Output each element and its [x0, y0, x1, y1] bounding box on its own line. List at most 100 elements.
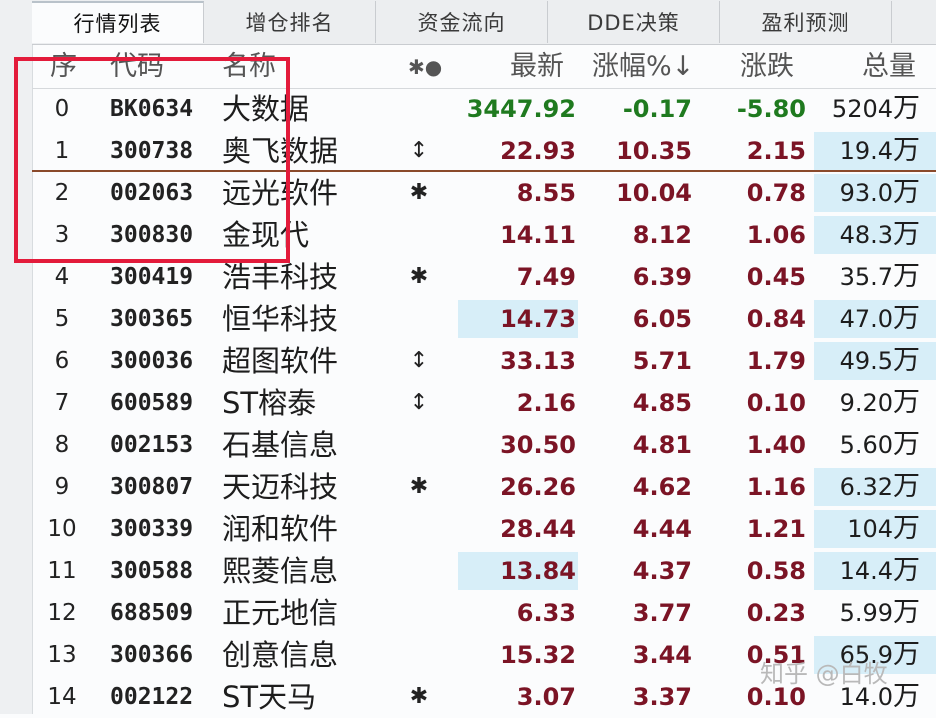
latest-price: 26.26	[500, 473, 576, 501]
header-latest-price[interactable]: 最新	[510, 46, 564, 88]
header-flag-icons[interactable]: ✱●	[408, 46, 442, 88]
total-volume: 104万	[812, 508, 920, 550]
volume-value: 6.32	[839, 473, 893, 501]
stock-name: 润和软件	[222, 512, 339, 546]
volume-unit: 万	[893, 387, 920, 418]
table-row[interactable]: 5 300365 恒华科技 14.73 6.05 0.84 47.0万	[32, 298, 936, 340]
annotation-box	[14, 57, 290, 263]
volume-value: 49.5	[839, 347, 893, 375]
total-volume: 47.0万	[812, 298, 920, 340]
table-row[interactable]: 10 300339 润和软件 28.44 4.44 1.21 104万	[32, 508, 936, 550]
table-row[interactable]: 8 002153 石基信息 30.50 4.81 1.40 5.60万	[32, 424, 936, 466]
total-volume: 5.99万	[812, 592, 920, 634]
change-percent: 4.81	[632, 431, 692, 459]
stock-code: 002153	[110, 432, 194, 458]
latest-price: 22.93	[500, 137, 576, 165]
flag-icon	[404, 634, 434, 676]
volume-value: 19.4	[839, 137, 893, 165]
tab-fund-flow[interactable]: 资金流向	[376, 1, 548, 43]
change-amount: 0.78	[746, 179, 806, 207]
volume-value: 48.3	[839, 221, 893, 249]
tab-position-rank[interactable]: 增仓排名	[204, 1, 376, 43]
latest-price: 28.44	[500, 515, 576, 543]
latest-price: 14.73	[500, 305, 576, 333]
change-percent: 4.37	[632, 557, 692, 585]
flag-icon: ↕	[409, 348, 429, 373]
total-volume: 35.7万	[812, 256, 920, 298]
volume-unit: 万	[893, 177, 920, 208]
latest-price: 6.33	[516, 599, 576, 627]
table-row[interactable]: 12 688509 正元地信 6.33 3.77 0.23 5.99万	[32, 592, 936, 634]
change-amount: 0.10	[746, 389, 806, 417]
header-change-percent-sorted[interactable]: 涨幅%↓	[592, 46, 694, 88]
stock-code: 688509	[110, 600, 194, 626]
row-index: 14	[47, 684, 77, 710]
latest-price: 2.16	[516, 389, 576, 417]
change-percent: 5.71	[632, 347, 692, 375]
latest-price: 7.49	[516, 263, 576, 291]
volume-value: 5.60	[839, 431, 893, 459]
change-percent: 10.04	[616, 179, 692, 207]
volume-unit: 万	[893, 513, 920, 544]
volume-unit: 万	[893, 93, 920, 124]
total-volume: 9.20万	[812, 382, 920, 424]
latest-price: 3447.92	[466, 95, 576, 123]
latest-price: 30.50	[500, 431, 576, 459]
tab-dde-decision[interactable]: DDE决策	[548, 1, 720, 43]
latest-price: 8.55	[516, 179, 576, 207]
stock-code: 300036	[110, 348, 194, 374]
change-percent: 3.37	[632, 683, 692, 711]
table-row[interactable]: 11 300588 熙菱信息 13.84 4.37 0.58 14.4万	[32, 550, 936, 592]
volume-value: 9.20	[839, 389, 893, 417]
latest-price: 15.32	[500, 641, 576, 669]
tab-market-list[interactable]: 行情列表	[32, 1, 204, 43]
change-amount: 0.58	[746, 557, 806, 585]
table-row[interactable]: 6 300036 超图软件 ↕ 33.13 5.71 1.79 49.5万	[32, 340, 936, 382]
change-percent: 6.05	[632, 305, 692, 333]
volume-unit: 万	[893, 135, 920, 166]
total-volume: 93.0万	[812, 172, 920, 214]
change-percent: 8.12	[632, 221, 692, 249]
row-index: 8	[54, 432, 70, 458]
change-percent: 3.44	[632, 641, 692, 669]
table-row[interactable]: 9 300807 天迈科技 ✱ 26.26 4.62 1.16 6.32万	[32, 466, 936, 508]
table-row[interactable]: 7 600589 ST榕泰 ↕ 2.16 4.85 0.10 9.20万	[32, 382, 936, 424]
flag-icon: ✱	[409, 180, 429, 205]
total-volume: 5204万	[812, 88, 920, 130]
volume-unit: 万	[893, 681, 920, 712]
change-amount: 1.16	[746, 473, 806, 501]
volume-value: 14.4	[839, 557, 893, 585]
change-amount: 1.79	[746, 347, 806, 375]
volume-unit: 万	[893, 639, 920, 670]
stock-code: 300339	[110, 516, 194, 542]
header-change[interactable]: 涨跌	[740, 46, 794, 88]
flag-icon: ↕	[409, 138, 429, 163]
flag-icon	[404, 88, 434, 130]
change-percent: -0.17	[622, 95, 692, 123]
header-total-volume[interactable]: 总量	[862, 46, 916, 88]
total-volume: 19.4万	[812, 130, 920, 172]
stock-code: 300588	[110, 558, 194, 584]
change-amount: -5.80	[736, 95, 806, 123]
volume-unit: 万	[893, 429, 920, 460]
stock-code: 002122	[110, 684, 194, 710]
flag-icon	[404, 592, 434, 634]
stock-code: 300366	[110, 642, 194, 668]
volume-value: 47.0	[839, 305, 893, 333]
row-index: 5	[54, 306, 70, 332]
volume-unit: 万	[893, 261, 920, 292]
stock-name: 恒华科技	[222, 302, 339, 336]
volume-value: 5.99	[839, 599, 893, 627]
stock-name: 正元地信	[222, 596, 339, 630]
stock-code: 300807	[110, 474, 194, 500]
flag-icon	[404, 424, 434, 466]
tab-profit-forecast[interactable]: 盈利预测	[720, 1, 892, 43]
flag-icon: ✱	[409, 474, 429, 499]
flag-icon	[404, 214, 434, 256]
watermark-text: 知乎 @白牧	[760, 660, 888, 688]
latest-price: 14.11	[500, 221, 576, 249]
total-volume: 5.60万	[812, 424, 920, 466]
total-volume: 14.4万	[812, 550, 920, 592]
volume-value: 5204	[831, 95, 893, 123]
total-volume: 49.5万	[812, 340, 920, 382]
